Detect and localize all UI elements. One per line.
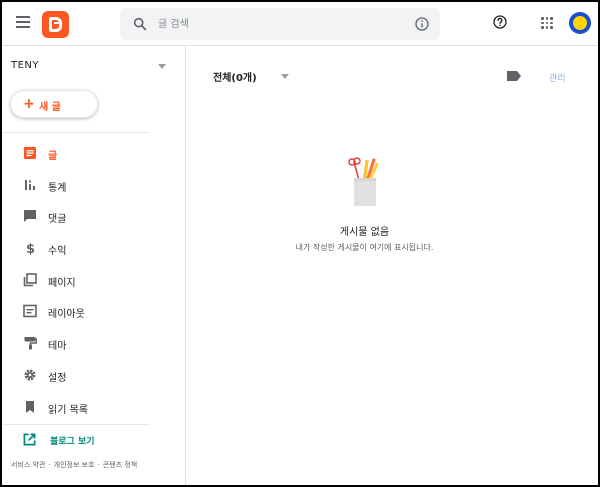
blog-switcher-caret-icon[interactable] [158, 64, 166, 69]
pages-icon [23, 272, 37, 287]
help-icon[interactable] [492, 14, 508, 30]
sidebar-item-pages[interactable]: 페이지 [2, 265, 186, 297]
app-window: TENY + 새 글 글 [2, 2, 598, 485]
footer-links: 서비스 약관 · 개인정보 보호 · 콘텐츠 정책 [11, 461, 138, 469]
sidebar-item-label: 글 [48, 151, 58, 162]
sidebar-item-stats[interactable]: 통계 [2, 170, 186, 202]
avatar[interactable] [569, 12, 591, 34]
earnings-icon: $ [26, 242, 35, 255]
sidebar-item-label: 페이지 [48, 277, 76, 289]
svg-text:$: $ [26, 242, 35, 255]
open-in-new-icon [23, 433, 36, 446]
sidebar-item-theme[interactable]: 테마 [2, 328, 186, 360]
menu-icon[interactable] [16, 16, 30, 28]
view-blog-link[interactable]: 블로그 보기 [2, 430, 186, 452]
sidebar-item-label: 설정 [48, 372, 67, 384]
blogger-logo[interactable] [42, 11, 69, 38]
sidebar-item-label: 테마 [48, 341, 67, 353]
terms-link[interactable]: 서비스 약관 [11, 461, 45, 469]
main-content: 전체(0개) 관리 게시물 없음 내가 작성한 게시물이 여기에 표시됩니다. [187, 46, 598, 485]
chevron-down-icon[interactable] [281, 74, 289, 79]
plus-icon: + [23, 96, 35, 112]
sidebar-item-reading-list[interactable]: 읽기 목록 [2, 392, 186, 424]
sidebar-item-label: 읽기 목록 [48, 404, 88, 416]
sidebar-item-label: 통계 [48, 182, 67, 194]
sidebar-item-label: 수익 [48, 246, 67, 258]
empty-state-title: 게시물 없음 [339, 227, 390, 238]
divider [2, 132, 150, 133]
sidebar: TENY + 새 글 글 통계 댓글 $ 수익 페이지 레이아웃 테마 설정 읽… [2, 46, 186, 485]
divider [2, 424, 150, 425]
new-post-label: 새 글 [39, 102, 61, 113]
theme-icon [24, 337, 37, 350]
search-icon[interactable] [132, 16, 148, 32]
reading-list-icon [26, 400, 34, 413]
settings-icon [24, 369, 36, 381]
stats-icon [25, 179, 35, 190]
search-bar [120, 8, 440, 40]
sidebar-nav: 글 통계 댓글 $ 수익 페이지 레이아웃 테마 설정 읽기 목록 [2, 138, 186, 423]
sidebar-item-label: 레이아웃 [48, 309, 85, 321]
posts-icon [24, 147, 36, 159]
info-icon[interactable] [414, 16, 430, 32]
sidebar-item-posts[interactable]: 글 [2, 138, 186, 170]
top-bar [2, 2, 598, 46]
view-blog-label: 블로그 보기 [50, 437, 95, 447]
sidebar-item-earnings[interactable]: $ 수익 [2, 233, 186, 265]
blog-name[interactable]: TENY [11, 60, 39, 71]
sidebar-item-label: 댓글 [48, 214, 67, 226]
search-input[interactable] [158, 15, 398, 33]
pencil-cup-illustration-icon [348, 157, 379, 206]
sidebar-item-settings[interactable]: 설정 [2, 360, 186, 392]
sidebar-item-comments[interactable]: 댓글 [2, 201, 186, 233]
new-post-button[interactable]: + 새 글 [10, 90, 98, 118]
comments-icon [24, 210, 36, 223]
empty-state-subtitle: 내가 작성한 게시물이 여기에 표시됩니다. [295, 243, 434, 252]
layout-icon [23, 305, 37, 318]
privacy-link[interactable]: 개인정보 보호 [54, 461, 95, 469]
content-policy-link[interactable]: 콘텐츠 정책 [103, 461, 137, 469]
apps-grid-icon[interactable] [541, 17, 553, 29]
manage-button[interactable]: 관리 [549, 71, 566, 84]
label-icon[interactable] [507, 71, 521, 81]
sidebar-item-layout[interactable]: 레이아웃 [2, 296, 186, 328]
post-filter-dropdown[interactable]: 전체(0개) [213, 69, 257, 84]
